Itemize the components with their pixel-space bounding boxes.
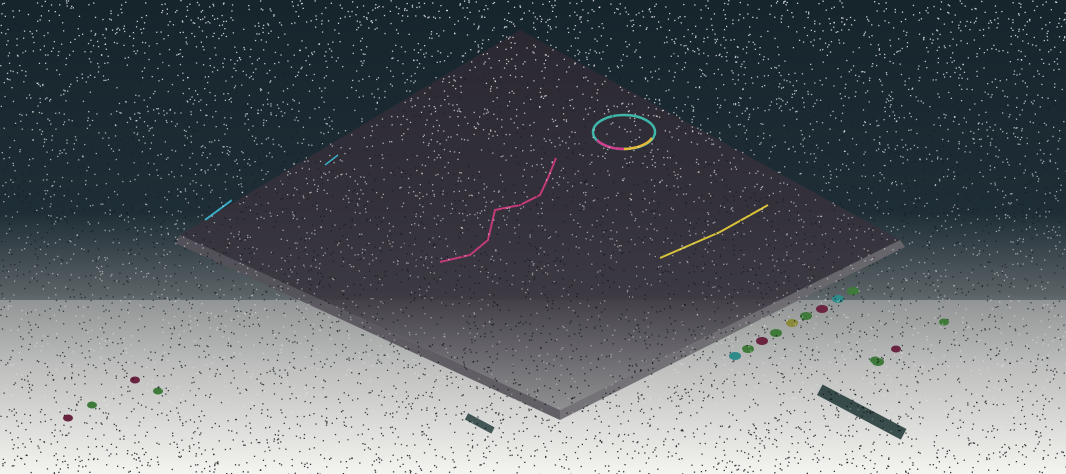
floor-dot (130, 376, 140, 384)
floor-dot (153, 387, 163, 395)
stippled-dashboard-scene (0, 0, 1066, 474)
floor-dot (891, 345, 901, 353)
legend-dot (847, 287, 859, 295)
legend-dot (800, 312, 812, 320)
legend-dot (816, 305, 828, 313)
legend-dot (756, 337, 768, 345)
legend-dot (742, 345, 754, 353)
legend-dot (729, 352, 741, 360)
